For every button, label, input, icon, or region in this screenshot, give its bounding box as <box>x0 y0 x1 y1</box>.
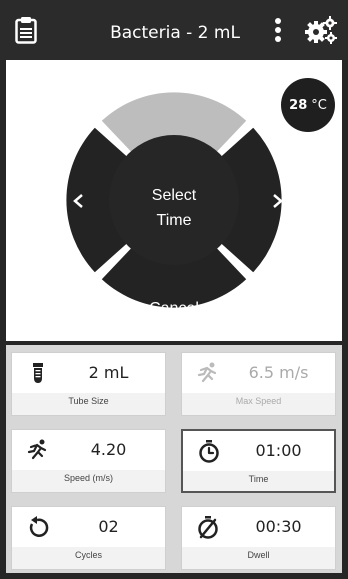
speed-label: Speed (m/s) <box>63 473 114 483</box>
timer-icon <box>197 439 221 463</box>
repeat-icon <box>26 515 50 539</box>
runner-icon <box>26 438 50 462</box>
speed-value: 4.20 <box>90 440 127 459</box>
max-speed-label: Max Speed <box>235 396 282 406</box>
runner-icon <box>196 361 220 385</box>
app-frame: Bacteria - 2 mL Select Time Cancel 28 °C… <box>0 0 348 579</box>
control-panel: Select Time Cancel 28 °C <box>6 60 342 341</box>
top-bar: Bacteria - 2 mL <box>0 0 348 60</box>
dwell-label: Dwell <box>247 550 270 560</box>
cancel-label: Cancel <box>149 300 199 317</box>
center-line-1: Select <box>152 187 197 204</box>
cycles-value: 02 <box>98 517 119 536</box>
gears-icon[interactable] <box>298 0 344 60</box>
time-label: Time <box>248 474 269 484</box>
temperature-badge: 28 °C <box>281 78 335 132</box>
page-title: Bacteria - 2 mL <box>110 23 240 43</box>
center-line-2: Time <box>157 212 192 229</box>
temperature-value: 28 <box>289 97 308 113</box>
dwell-icon <box>196 515 220 539</box>
parameter-cards: 2 mL Tube Size 6.5 m/s Max Speed 4.20 Sp… <box>6 345 342 573</box>
more-vert-icon[interactable] <box>268 0 288 60</box>
max-speed-value: 6.5 m/s <box>248 363 309 382</box>
tube-icon <box>26 361 50 385</box>
max-speed-card: 6.5 m/s Max Speed <box>181 352 336 416</box>
tube-size-value: 2 mL <box>88 363 129 382</box>
speed-card[interactable]: 4.20 Speed (m/s) <box>11 429 166 493</box>
dwell-card[interactable]: 00:30 Dwell <box>181 506 336 570</box>
clipboard-icon[interactable] <box>6 0 46 60</box>
cycles-label: Cycles <box>74 550 102 560</box>
tube-size-card[interactable]: 2 mL Tube Size <box>11 352 166 416</box>
time-value: 01:00 <box>255 441 302 460</box>
temperature-unit: °C <box>311 97 327 113</box>
dwell-value: 00:30 <box>255 517 302 536</box>
cycles-card[interactable]: 02 Cycles <box>11 506 166 570</box>
tube-size-label: Tube Size <box>68 396 109 406</box>
time-card[interactable]: 01:00 Time <box>181 429 336 493</box>
